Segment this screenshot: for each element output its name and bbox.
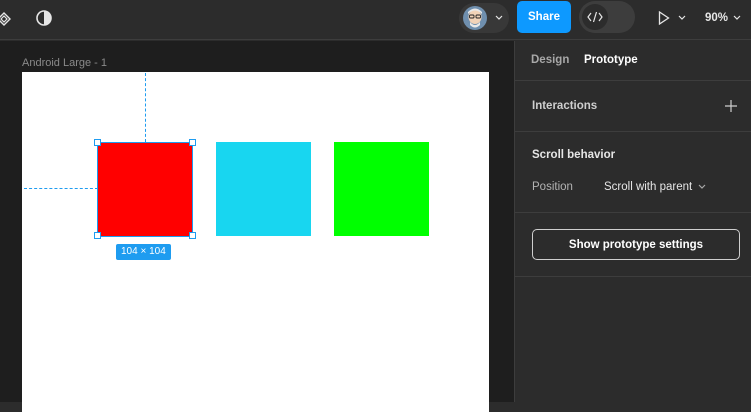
properties-panel: Design Prototype Interactions Scroll beh…: [514, 41, 751, 402]
user-avatar: [463, 6, 487, 30]
components-diamond-icon: [0, 12, 11, 26]
interactions-section: Interactions: [515, 82, 751, 132]
panel-tabs: Design Prototype: [515, 41, 751, 81]
position-dropdown[interactable]: Scroll with parent: [604, 178, 714, 196]
dev-mode-toggle[interactable]: [579, 1, 635, 33]
resize-handle-top-right[interactable]: [189, 139, 196, 146]
resize-handle-top-left[interactable]: [94, 139, 101, 146]
vertical-distance-guide: [145, 73, 146, 142]
plus-icon: [725, 100, 737, 112]
code-brackets-icon: [587, 11, 603, 23]
tab-design[interactable]: Design: [531, 54, 569, 66]
scroll-behavior-section: Scroll behavior Position Scroll with par…: [515, 132, 751, 213]
share-button[interactable]: Share: [517, 1, 571, 33]
top-toolbar: Share 90%: [0, 0, 751, 40]
chevron-down-icon: [698, 184, 706, 189]
contrast-icon: [36, 10, 52, 26]
interactions-title: Interactions: [532, 100, 598, 112]
zoom-menu-button[interactable]: 90%: [700, 8, 746, 28]
play-icon: [658, 11, 670, 25]
chevron-down-icon: [733, 15, 741, 20]
chevron-down-icon: [495, 15, 503, 20]
dev-mode-knob: [582, 4, 608, 30]
green-square[interactable]: [334, 142, 429, 236]
position-label: Position: [532, 181, 573, 193]
tab-prototype[interactable]: Prototype: [584, 54, 638, 66]
present-button[interactable]: [656, 9, 688, 27]
selection-size-badge: 104 × 104: [116, 244, 171, 260]
selection-box: [97, 142, 193, 237]
scroll-behavior-title: Scroll behavior: [532, 149, 616, 161]
resize-handle-bottom-left[interactable]: [94, 232, 101, 239]
chevron-down-icon: [678, 15, 686, 20]
android-frame[interactable]: [22, 72, 489, 412]
main-menu-button[interactable]: [0, 8, 14, 30]
theme-toggle-button[interactable]: [34, 8, 54, 28]
user-menu-button[interactable]: [459, 3, 509, 33]
cyan-square[interactable]: [216, 142, 311, 236]
add-interaction-button[interactable]: [723, 98, 739, 114]
zoom-level: 90%: [704, 12, 729, 24]
design-canvas[interactable]: Android Large - 1 104 × 104: [0, 41, 514, 412]
position-value: Scroll with parent: [604, 181, 693, 193]
frame-label[interactable]: Android Large - 1: [22, 57, 107, 69]
horizontal-distance-guide: [24, 188, 98, 189]
resize-handle-bottom-right[interactable]: [189, 232, 196, 239]
show-prototype-settings-button[interactable]: Show prototype settings: [532, 229, 740, 260]
